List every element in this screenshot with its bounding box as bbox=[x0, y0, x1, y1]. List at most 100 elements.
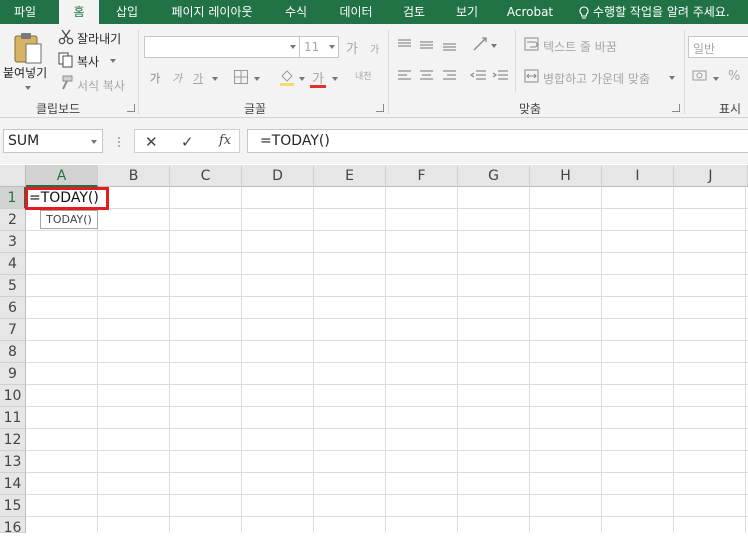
row-header-10[interactable]: 10 bbox=[0, 385, 26, 407]
orientation-dropdown-icon[interactable] bbox=[491, 44, 497, 48]
clipboard-group-label: 클립보드 bbox=[36, 102, 81, 116]
active-cell-a1[interactable]: =TODAY() bbox=[25, 187, 109, 210]
fill-color-icon[interactable] bbox=[278, 68, 296, 86]
column-header-j[interactable]: J bbox=[674, 165, 748, 187]
accounting-dropdown-icon[interactable] bbox=[713, 77, 719, 81]
row-header-16[interactable]: 16 bbox=[0, 517, 26, 536]
cancel-button[interactable]: ✕ bbox=[145, 133, 158, 151]
font-name-combo[interactable] bbox=[144, 36, 300, 58]
vertical-align-icons[interactable] bbox=[398, 38, 460, 52]
row-header-1[interactable]: 1 bbox=[0, 187, 26, 209]
row-header-14[interactable]: 14 bbox=[0, 473, 26, 495]
column-header-d[interactable]: D bbox=[242, 165, 314, 187]
merge-center-label: 병합하고 가운데 맞춤 bbox=[543, 72, 650, 86]
shrink-font-button[interactable]: 가 bbox=[370, 41, 379, 56]
row-header-13[interactable]: 13 bbox=[0, 451, 26, 473]
row-header-4[interactable]: 4 bbox=[0, 253, 26, 275]
font-size-value: 11 bbox=[304, 40, 320, 54]
column-header-f[interactable]: F bbox=[386, 165, 458, 187]
number-group-label: 표시 bbox=[719, 102, 742, 116]
column-header-b[interactable]: B bbox=[98, 165, 170, 187]
formula-bar: SUM ✕ ✓ fx =TODAY() bbox=[0, 118, 748, 164]
name-box-value: SUM bbox=[8, 133, 40, 149]
merge-center-icon bbox=[524, 69, 539, 83]
function-tooltip: TODAY() bbox=[40, 210, 98, 229]
column-header-i[interactable]: I bbox=[602, 165, 674, 187]
tell-me-text: 수행할 작업을 알려 주세요. bbox=[593, 5, 730, 19]
row-header-8[interactable]: 8 bbox=[0, 341, 26, 363]
scissors-icon bbox=[58, 29, 74, 45]
column-header-e[interactable]: E bbox=[314, 165, 386, 187]
tab-data[interactable]: 데이터 bbox=[327, 0, 385, 24]
percent-button[interactable]: % bbox=[728, 69, 740, 84]
number-format-combo[interactable]: 일반 bbox=[688, 36, 748, 58]
format-painter-icon bbox=[62, 75, 73, 90]
font-dialog-launcher[interactable] bbox=[376, 104, 384, 112]
row-header-3[interactable]: 3 bbox=[0, 231, 26, 253]
ribbon-tab-bar: 파일 홈 삽입 페이지 레이아웃 수식 데이터 검토 보기 Acrobat 수행… bbox=[0, 0, 748, 24]
indent-icons[interactable] bbox=[470, 69, 512, 83]
tab-review[interactable]: 검토 bbox=[393, 0, 435, 24]
tell-me-box[interactable]: 수행할 작업을 알려 주세요. bbox=[578, 0, 730, 24]
tab-formulas[interactable]: 수식 bbox=[274, 0, 318, 24]
group-separator bbox=[138, 30, 139, 114]
group-separator bbox=[515, 30, 516, 92]
column-header-g[interactable]: G bbox=[458, 165, 530, 187]
copy-icon bbox=[58, 52, 73, 68]
row-header-6[interactable]: 6 bbox=[0, 297, 26, 319]
orientation-icon[interactable] bbox=[472, 36, 490, 52]
tab-page-layout[interactable]: 페이지 레이아웃 bbox=[157, 0, 267, 24]
font-size-combo[interactable]: 11 bbox=[299, 36, 339, 58]
select-all-button[interactable] bbox=[0, 165, 26, 187]
row-header-11[interactable]: 11 bbox=[0, 407, 26, 429]
font-color-dropdown-icon[interactable] bbox=[332, 77, 338, 81]
column-header-h[interactable]: H bbox=[530, 165, 602, 187]
row-header-15[interactable]: 15 bbox=[0, 495, 26, 517]
enter-button[interactable]: ✓ bbox=[181, 133, 194, 151]
clipboard-dialog-launcher[interactable] bbox=[127, 104, 135, 112]
column-header-a[interactable]: A bbox=[26, 165, 98, 187]
bold-button[interactable]: 가 bbox=[150, 70, 160, 86]
row-header-9[interactable]: 9 bbox=[0, 363, 26, 385]
paste-icon bbox=[14, 33, 42, 64]
borders-icon[interactable] bbox=[233, 69, 249, 85]
tab-home[interactable]: 홈 bbox=[59, 0, 99, 24]
format-painter-label: 서식 복사 bbox=[77, 79, 125, 93]
font-color-bar bbox=[310, 85, 326, 88]
font-name-dropdown-icon bbox=[290, 45, 296, 49]
underline-button[interactable]: 가 bbox=[193, 70, 203, 86]
paste-dropdown-icon bbox=[25, 86, 31, 90]
grow-font-button[interactable]: 가 bbox=[346, 38, 358, 57]
underline-dropdown-icon[interactable] bbox=[212, 77, 218, 81]
tab-acrobat[interactable]: Acrobat bbox=[499, 0, 561, 24]
row-header-5[interactable]: 5 bbox=[0, 275, 26, 297]
phonetic-button[interactable]: 내천 bbox=[355, 69, 372, 82]
number-format-value: 일반 bbox=[693, 42, 716, 56]
font-size-dropdown-icon bbox=[329, 45, 335, 49]
font-group-label: 글꼴 bbox=[244, 102, 267, 116]
name-box[interactable]: SUM bbox=[3, 129, 103, 153]
tab-file[interactable]: 파일 bbox=[0, 0, 50, 24]
horizontal-align-icons[interactable] bbox=[398, 69, 460, 83]
wrap-text-icon bbox=[524, 37, 539, 51]
fill-color-dropdown-icon[interactable] bbox=[299, 77, 305, 81]
worksheet-grid: A B C D E F G H I J 1 2 3 4 5 6 7 8 9 10… bbox=[0, 165, 748, 536]
insert-function-button[interactable]: fx bbox=[219, 133, 231, 148]
row-header-7[interactable]: 7 bbox=[0, 319, 26, 341]
ribbon-home: 붙여넣기 잘라내기 복사 서식 복사 클립보드 11 가 가 가 가 가 가 내… bbox=[0, 24, 748, 118]
alignment-dialog-launcher[interactable] bbox=[672, 104, 680, 112]
accounting-format-icon[interactable] bbox=[692, 68, 710, 84]
column-header-c[interactable]: C bbox=[170, 165, 242, 187]
name-box-dropdown-icon bbox=[91, 140, 97, 144]
paste-label: 붙여넣기 bbox=[3, 66, 48, 80]
cell-area[interactable] bbox=[26, 187, 748, 533]
formula-input[interactable]: =TODAY() bbox=[247, 129, 748, 153]
formula-buttons: ✕ ✓ fx bbox=[134, 129, 240, 153]
row-header-2[interactable]: 2 bbox=[0, 209, 26, 231]
borders-dropdown-icon[interactable] bbox=[254, 77, 260, 81]
tab-insert[interactable]: 삽입 bbox=[104, 0, 150, 24]
alignment-group-label: 맞춤 bbox=[519, 102, 542, 116]
italic-button[interactable]: 가 bbox=[172, 70, 182, 86]
row-header-12[interactable]: 12 bbox=[0, 429, 26, 451]
tab-view[interactable]: 보기 bbox=[446, 0, 488, 24]
